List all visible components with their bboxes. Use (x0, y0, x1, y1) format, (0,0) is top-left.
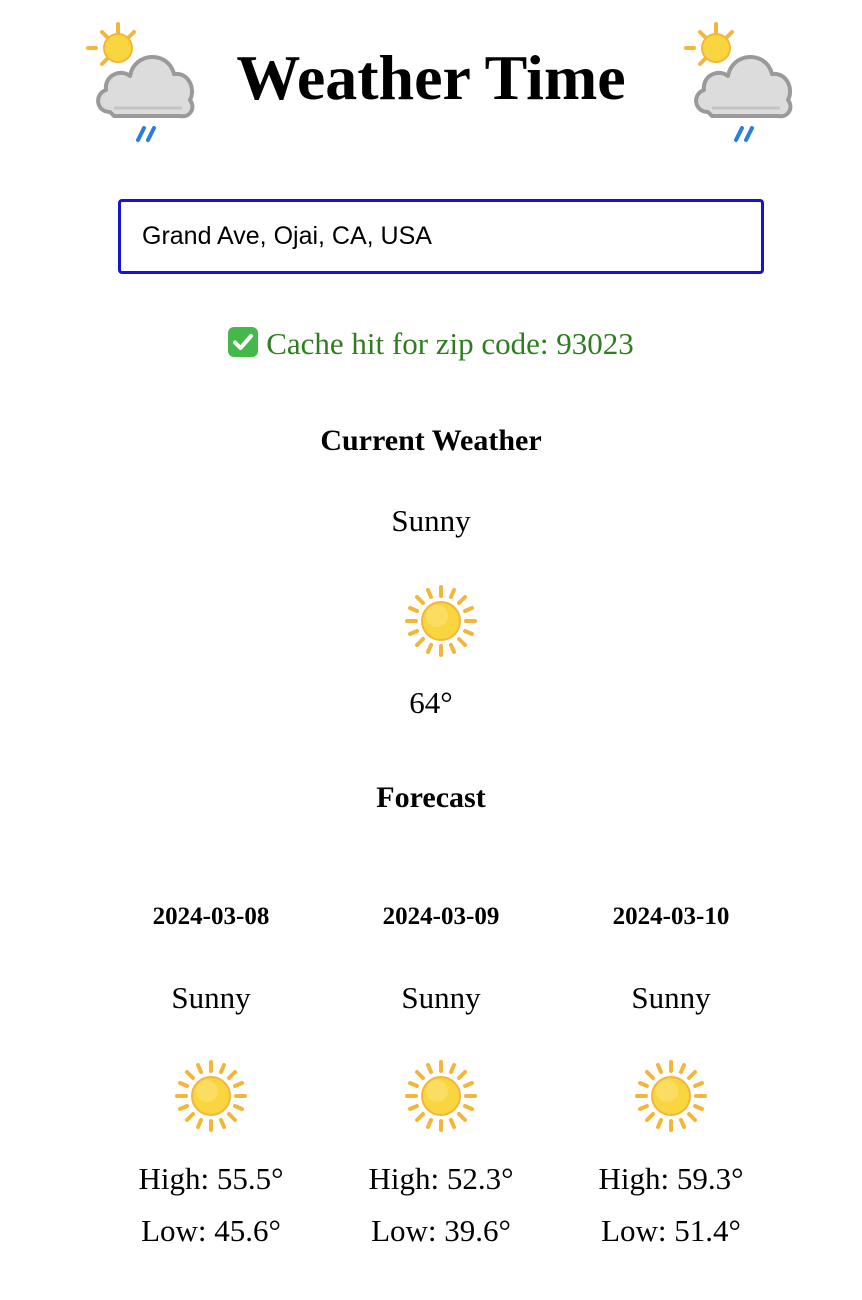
sun-behind-rain-cloud-icon (682, 18, 794, 148)
forecast-low: Low: 39.6° (371, 1213, 511, 1248)
location-search-input[interactable] (118, 199, 764, 274)
forecast-heading: Forecast (376, 781, 486, 814)
forecast-high: High: 52.3° (368, 1161, 514, 1196)
forecast-condition: Sunny (401, 980, 481, 1015)
sun-icon (634, 1059, 708, 1133)
forecast-condition: Sunny (171, 980, 251, 1015)
sun-icon (404, 584, 478, 658)
forecast-condition: Sunny (631, 980, 711, 1015)
forecast-date: 2024-03-09 (382, 903, 500, 930)
forecast-date: 2024-03-08 (152, 903, 270, 930)
forecast-high: High: 59.3° (598, 1161, 744, 1196)
forecast-date: 2024-03-10 (612, 903, 730, 930)
current-weather-heading: Current Weather (320, 424, 542, 457)
forecast-high: High: 55.5° (138, 1161, 284, 1196)
cache-status-message: Cache hit for zip code: 93023 (0, 322, 862, 366)
current-condition: Sunny (391, 503, 471, 538)
forecast-day: 2024-03-10 Sunny High: 59.3° Low: 51.4° (556, 897, 786, 1257)
sun-icon (404, 1059, 478, 1133)
forecast-low: Low: 51.4° (601, 1213, 741, 1248)
cache-status-text: Cache hit for zip code: 93023 (266, 326, 634, 361)
app-header: Weather Time (0, 14, 862, 154)
forecast-day: 2024-03-09 Sunny High: 52.3° Low: 39.6° (326, 897, 556, 1257)
current-temperature: 64° (409, 685, 453, 720)
forecast-day: 2024-03-08 Sunny High: 55.5° Low: 45.6° (96, 897, 326, 1257)
forecast-low: Low: 45.6° (141, 1213, 281, 1248)
check-mark-icon (228, 327, 259, 357)
sun-icon (174, 1059, 248, 1133)
